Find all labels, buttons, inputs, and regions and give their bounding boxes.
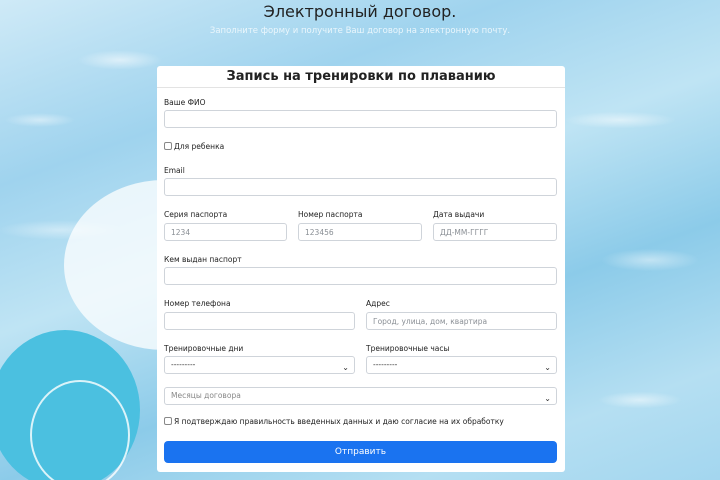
- submit-button[interactable]: Отправить: [164, 441, 557, 463]
- issued-by-label: Кем выдан паспорт: [164, 255, 242, 264]
- training-days-select[interactable]: --------- ⌄: [164, 356, 355, 374]
- email-label: Email: [164, 166, 185, 175]
- page-subtitle: Заполните форму и получите Ваш договор н…: [209, 26, 511, 36]
- phone-label: Номер телефона: [164, 299, 231, 308]
- phone-input[interactable]: [164, 312, 355, 330]
- child-checkbox-label: Для ребенка: [174, 142, 225, 151]
- issued-by-input[interactable]: [164, 267, 557, 285]
- fio-input[interactable]: [164, 110, 557, 128]
- contract-months-select[interactable]: Месяцы договора ⌄: [164, 387, 557, 405]
- passport-number-label: Номер паспорта: [298, 210, 363, 219]
- training-hours-label: Тренировочные часы: [366, 344, 450, 353]
- form-title: Запись на тренировки по плаванию: [157, 66, 565, 88]
- address-input[interactable]: [366, 312, 557, 330]
- email-input[interactable]: [164, 178, 557, 196]
- consent-checkbox[interactable]: [164, 417, 172, 425]
- issue-date-input[interactable]: [433, 223, 557, 241]
- form-card: Запись на тренировки по плаванию Ваше ФИ…: [157, 66, 565, 472]
- consent-label: Я подтверждаю правильность введенных дан…: [174, 417, 504, 426]
- passport-series-label: Серия паспорта: [164, 210, 228, 219]
- training-days-value: ---------: [171, 360, 196, 369]
- training-hours-select[interactable]: --------- ⌄: [366, 356, 557, 374]
- address-label: Адрес: [366, 299, 390, 308]
- training-hours-value: ---------: [373, 360, 398, 369]
- passport-number-input[interactable]: [298, 223, 422, 241]
- issue-date-label: Дата выдачи: [433, 210, 485, 219]
- child-checkbox[interactable]: [164, 142, 172, 150]
- chevron-down-icon: ⌄: [544, 363, 551, 372]
- fio-label: Ваше ФИО: [164, 98, 206, 107]
- contract-months-placeholder: Месяцы договора: [171, 391, 241, 400]
- decorative-ring: [30, 380, 130, 480]
- passport-series-input[interactable]: [164, 223, 287, 241]
- training-days-label: Тренировочные дни: [164, 344, 244, 353]
- chevron-down-icon: ⌄: [544, 394, 551, 403]
- chevron-down-icon: ⌄: [342, 363, 349, 372]
- page-title: Электронный договор.: [263, 2, 457, 21]
